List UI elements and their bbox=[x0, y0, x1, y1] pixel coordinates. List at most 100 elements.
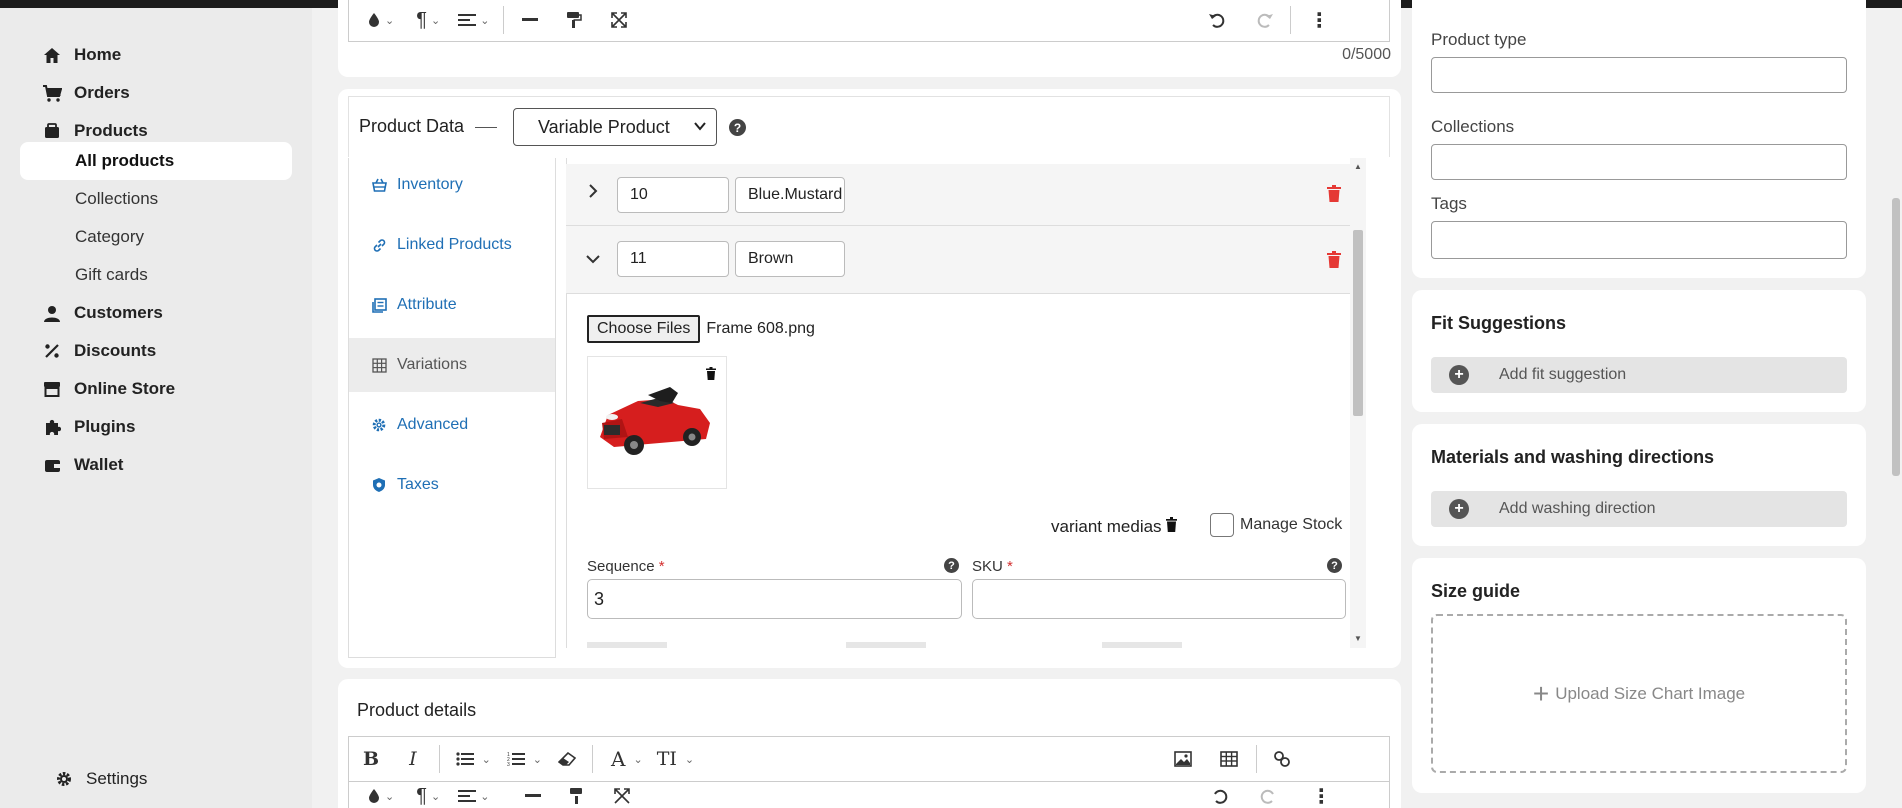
chevron-down-icon[interactable]: ⌄ bbox=[431, 14, 440, 27]
align-left-icon[interactable] bbox=[458, 13, 477, 27]
collections-input[interactable] bbox=[1431, 144, 1847, 180]
variation-name-input[interactable]: Blue.Mustard bbox=[735, 177, 845, 213]
choose-files-button[interactable]: Choose Files bbox=[587, 315, 701, 343]
panel-scrollbar[interactable]: ▲ ▼ bbox=[1350, 158, 1366, 648]
chevron-down-icon[interactable] bbox=[586, 251, 600, 269]
fullscreen-icon[interactable] bbox=[613, 787, 631, 805]
scroll-up-icon[interactable]: ▲ bbox=[1354, 162, 1362, 171]
tab-taxes[interactable]: Taxes bbox=[349, 458, 555, 512]
sidebar-item-customers[interactable]: Customers bbox=[20, 294, 292, 332]
text-color-icon[interactable] bbox=[367, 12, 381, 28]
chevron-down-icon[interactable]: ⌄ bbox=[480, 790, 489, 803]
tab-variations[interactable]: Variations bbox=[349, 338, 555, 392]
product-data-title: Product Data bbox=[359, 116, 465, 136]
undo-icon[interactable] bbox=[1211, 787, 1229, 805]
paragraph-icon[interactable]: ¶ bbox=[416, 785, 427, 808]
paragraph-icon[interactable]: ¶ bbox=[416, 9, 427, 32]
variation-row: 10 Blue.Mustard bbox=[566, 164, 1366, 226]
link-icon[interactable] bbox=[1273, 750, 1291, 768]
add-fit-suggestion-button[interactable]: + Add fit suggestion bbox=[1431, 357, 1847, 393]
tab-attribute[interactable]: Attribute bbox=[349, 278, 555, 332]
tab-linked-products[interactable]: Linked Products bbox=[349, 218, 555, 272]
chevron-down-icon[interactable]: ⌄ bbox=[385, 14, 394, 27]
tab-label: Variations bbox=[397, 356, 467, 373]
sidebar-subitem-all-products[interactable]: All products bbox=[20, 142, 292, 180]
eraser-icon[interactable] bbox=[558, 752, 577, 766]
delete-variation-icon[interactable] bbox=[1327, 185, 1343, 203]
sequence-label: Sequence * bbox=[587, 558, 665, 575]
toolbar-divider bbox=[438, 745, 440, 773]
scrollbar-thumb[interactable] bbox=[1353, 230, 1363, 416]
sidebar-subitem-gift-cards[interactable]: Gift cards bbox=[20, 256, 292, 294]
page-scrollbar[interactable] bbox=[1884, 8, 1902, 808]
add-washing-direction-button[interactable]: + Add washing direction bbox=[1431, 491, 1847, 527]
numbered-list-icon[interactable]: 123 bbox=[507, 751, 525, 767]
more-vertical-icon[interactable]: ⋮ bbox=[1309, 8, 1329, 33]
product-data-header bbox=[348, 96, 1390, 157]
variation-number-input[interactable]: 10 bbox=[617, 177, 729, 213]
upload-size-chart-dropzone[interactable]: + Upload Size Chart Image bbox=[1431, 614, 1847, 773]
tab-advanced[interactable]: Advanced bbox=[349, 398, 555, 452]
sidebar-item-settings[interactable]: Settings bbox=[20, 760, 292, 798]
materials-card bbox=[1412, 424, 1866, 546]
variation-number-input[interactable]: 11 bbox=[617, 241, 729, 277]
chevron-down-icon[interactable]: ⌄ bbox=[633, 753, 642, 766]
sidebar-item-online-store[interactable]: Online Store bbox=[20, 370, 292, 408]
align-left-icon[interactable] bbox=[458, 789, 477, 803]
sidebar-item-home[interactable]: Home bbox=[20, 36, 292, 74]
chevron-right-icon[interactable] bbox=[588, 184, 598, 203]
sidebar-subitem-category[interactable]: Category bbox=[20, 218, 292, 256]
sidebar-item-wallet[interactable]: Wallet bbox=[20, 446, 292, 484]
italic-icon[interactable]: I bbox=[409, 748, 417, 770]
sidebar-item-plugins[interactable]: Plugins bbox=[20, 408, 292, 446]
chevron-down-icon[interactable]: ⌄ bbox=[385, 790, 394, 803]
sku-input[interactable] bbox=[972, 579, 1346, 619]
sidebar-item-orders[interactable]: Orders bbox=[20, 74, 292, 112]
trash-icon[interactable] bbox=[706, 367, 716, 385]
bold-icon[interactable]: B bbox=[363, 748, 379, 770]
bullet-list-icon[interactable] bbox=[455, 752, 474, 766]
help-icon[interactable]: ? bbox=[729, 119, 746, 136]
manage-stock-checkbox[interactable] bbox=[1210, 513, 1234, 537]
undo-icon[interactable] bbox=[1208, 11, 1226, 29]
tab-label: Taxes bbox=[397, 476, 439, 493]
more-vertical-icon[interactable]: ⋮ bbox=[1311, 784, 1331, 808]
text-color-icon[interactable] bbox=[367, 788, 381, 804]
format-painter-icon[interactable] bbox=[566, 11, 583, 29]
tab-inventory[interactable]: Inventory bbox=[349, 158, 555, 212]
table-icon[interactable] bbox=[1220, 751, 1238, 767]
image-icon[interactable] bbox=[1174, 751, 1192, 767]
chevron-down-icon[interactable]: ⌄ bbox=[431, 790, 440, 803]
sequence-input[interactable]: 3 bbox=[587, 579, 962, 619]
variant-medias-label: variant medias bbox=[1051, 517, 1162, 536]
trash-icon[interactable] bbox=[1165, 517, 1177, 537]
sidebar-item-discounts[interactable]: Discounts bbox=[20, 332, 292, 370]
product-type-select[interactable]: Variable Product bbox=[513, 108, 717, 146]
chevron-down-icon[interactable]: ⌄ bbox=[482, 753, 491, 766]
file-name: Frame 608.png bbox=[706, 320, 815, 337]
font-size-icon[interactable]: TI bbox=[657, 748, 677, 770]
sequence-label-text: Sequence bbox=[587, 558, 655, 575]
person-icon bbox=[42, 303, 62, 323]
redo-icon[interactable] bbox=[1256, 11, 1274, 29]
chevron-down-icon[interactable]: ⌄ bbox=[685, 753, 694, 766]
format-painter-icon[interactable] bbox=[569, 787, 585, 805]
tags-input[interactable] bbox=[1431, 221, 1847, 259]
horizontal-rule-icon[interactable] bbox=[522, 18, 539, 22]
font-color-icon[interactable]: A bbox=[611, 747, 625, 771]
sidebar-subitem-label: All products bbox=[75, 151, 175, 170]
horizontal-rule-icon[interactable] bbox=[525, 794, 542, 798]
chevron-down-icon[interactable]: ⌄ bbox=[480, 14, 489, 27]
redo-icon[interactable] bbox=[1259, 787, 1277, 805]
variation-name-input[interactable]: Brown bbox=[735, 241, 845, 277]
sidebar-subitem-collections[interactable]: Collections bbox=[20, 180, 292, 218]
fullscreen-icon[interactable] bbox=[610, 11, 628, 29]
help-icon[interactable]: ? bbox=[1327, 558, 1342, 573]
page-scrollbar-thumb[interactable] bbox=[1892, 198, 1900, 476]
delete-variation-icon[interactable] bbox=[1327, 251, 1343, 269]
product-type-input[interactable] bbox=[1431, 57, 1847, 93]
chevron-down-icon[interactable]: ⌄ bbox=[533, 753, 542, 766]
scroll-down-icon[interactable]: ▼ bbox=[1354, 634, 1362, 643]
help-icon[interactable]: ? bbox=[944, 558, 959, 573]
tab-label: Inventory bbox=[397, 176, 463, 193]
